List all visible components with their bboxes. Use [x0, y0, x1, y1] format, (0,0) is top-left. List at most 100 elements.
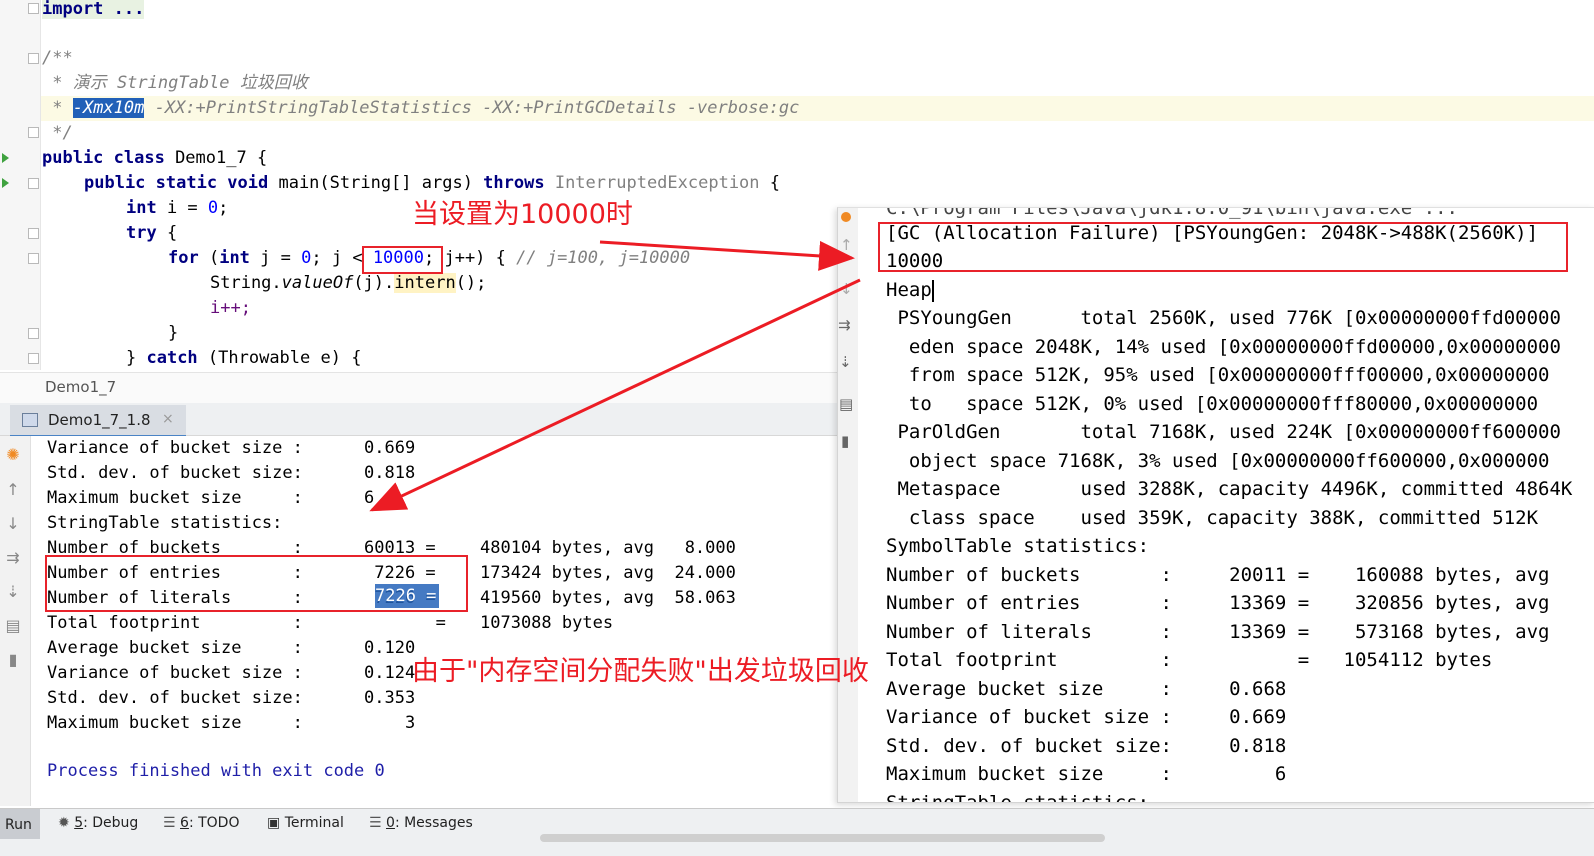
popup-text-area[interactable]: C:\Program Files\Java\jdk1.8.0_91\bin\ja… [858, 208, 1594, 802]
code-line: int i = 0; [126, 198, 229, 218]
console-line: 3 [364, 713, 416, 733]
console-line: Variance of bucket size : [47, 438, 303, 458]
console-line: 0.818 [364, 463, 416, 483]
console-line: 480104 bytes, avg 8.000 [480, 538, 736, 558]
code-line: /** [42, 48, 73, 68]
soft-wrap-icon[interactable]: ⇉ [838, 316, 851, 334]
console-line: Number of entries : 13369 = 320856 bytes… [886, 592, 1550, 614]
console-line: Maximum bucket size : [47, 488, 303, 508]
down-arrow-icon[interactable]: ↓ [4, 515, 22, 533]
fold-marker[interactable] [28, 353, 39, 364]
console-line: 173424 bytes, avg 24.000 [480, 563, 736, 583]
fold-marker[interactable] [28, 53, 39, 64]
console-line: from space 512K, 95% used [0x00000000fff… [886, 364, 1550, 386]
console-line: Variance of bucket size : 0.669 [886, 706, 1287, 728]
list-icon: ☰ [163, 815, 181, 831]
console-line: SymbolTable statistics: [886, 535, 1150, 557]
messages-icon: ☰ [369, 815, 387, 831]
tab-todo[interactable]: ☰ 6: TODO [163, 815, 239, 831]
console-line: class space used 359K, capacity 388K, co… [886, 506, 1539, 529]
code-line: try { [126, 223, 178, 243]
fold-marker[interactable] [28, 127, 39, 138]
print-icon[interactable]: ▤ [839, 395, 853, 413]
console-line: Total footprint : = 1054112 bytes [886, 649, 1493, 671]
console-line: Number of literals : 13369 = 573168 byte… [886, 620, 1550, 643]
run-toolbar: ✺ ↑ ↓ ⇉ ⇣ ▤ ▮ [0, 436, 31, 806]
tab-run-config[interactable]: Demo1_7_1.8 × [10, 405, 186, 437]
tab-run-label[interactable]: Run [5, 817, 32, 833]
fold-marker[interactable] [28, 178, 39, 189]
console-line: Std. dev. of bucket size: 0.818 [886, 734, 1287, 757]
trash-icon[interactable]: ▮ [4, 651, 22, 669]
run-gutter-icon[interactable] [2, 178, 9, 188]
run-tab-bar: Demo1_7_1.8 × [0, 403, 840, 437]
console-line: Variance of bucket size : [47, 663, 303, 683]
highlight-box-gc-line [878, 222, 1568, 272]
process-finished-text: Process finished with exit code 0 [47, 761, 385, 781]
console-icon [22, 413, 38, 427]
run-gutter-icon[interactable] [2, 153, 9, 163]
console-line: Std. dev. of bucket size: [47, 688, 303, 708]
console-output[interactable]: Variance of bucket size : 0.669 Std. dev. … [31, 436, 840, 808]
terminal-icon: ▣ [267, 815, 285, 831]
close-icon[interactable]: × [162, 411, 174, 427]
console-line: Maximum bucket size : [47, 713, 303, 733]
up-arrow-icon[interactable]: ↑ [4, 481, 22, 499]
console-line: = [364, 613, 446, 633]
scrollbar[interactable] [540, 834, 1105, 842]
code-line: } [168, 323, 179, 343]
annotation-gc-reason: 由于"内存空间分配失败"出发垃圾回收 [412, 656, 869, 687]
record-icon[interactable] [841, 212, 851, 222]
scroll-to-end-icon[interactable]: ⇣ [839, 353, 852, 371]
bug-icon: ✹ [58, 815, 75, 831]
highlight-box-entries-literals [45, 555, 468, 612]
rerun-icon[interactable]: ✺ [4, 446, 22, 464]
console-line: 419560 bytes, avg 58.063 [480, 588, 736, 608]
code-line: } catch (Throwable e) { [126, 348, 362, 368]
code-line: String.valueOf(j).intern(); [210, 273, 487, 293]
up-arrow-icon[interactable]: ↑ [840, 236, 853, 254]
breadcrumb[interactable]: Demo1_7 [0, 372, 840, 403]
console-line: 6 [364, 488, 375, 508]
console-popup[interactable]: ↑ ↓ ⇉ ⇣ ▤ ▮ C:\Program Files\Java\jdk1.8… [837, 207, 1594, 803]
code-line: * -Xmx10m -XX:+PrintStringTableStatistic… [42, 98, 800, 118]
fold-marker[interactable] [28, 228, 39, 239]
popup-toolbar: ↑ ↓ ⇉ ⇣ ▤ ▮ [838, 208, 858, 802]
console-line: PSYoungGen total 2560K, used 776K [0x000… [886, 307, 1561, 329]
highlight-box-loop-limit [362, 246, 443, 274]
console-line: ParOldGen total 7168K, used 224K [0x0000… [886, 421, 1561, 443]
console-line: 0.124 [364, 663, 416, 683]
console-line: Maximum bucket size : 6 [886, 763, 1287, 785]
heap-line: Heap [886, 279, 934, 302]
down-arrow-icon[interactable]: ↓ [840, 280, 853, 298]
console-line: eden space 2048K, 14% used [0x00000000ff… [886, 335, 1561, 358]
tab-terminal[interactable]: ▣ Terminal [267, 815, 344, 831]
trash-icon[interactable]: ▮ [841, 432, 849, 450]
console-line: StringTable statistics: [47, 513, 283, 533]
fold-marker[interactable] [28, 3, 39, 14]
soft-wrap-icon[interactable]: ⇉ [4, 549, 22, 567]
tab-debug[interactable]: ✹ 5: Debug [58, 815, 138, 831]
console-line: Std. dev. of bucket size: [47, 463, 303, 483]
scroll-to-end-icon[interactable]: ⇣ [4, 583, 22, 601]
fold-marker[interactable] [28, 253, 39, 264]
fold-marker[interactable] [28, 328, 39, 339]
code-line: import ... [42, 0, 145, 19]
code-line: * 演示 StringTable 垃圾回收 [42, 73, 308, 93]
console-line: Metaspace used 3288K, capacity 4496K, co… [886, 478, 1573, 500]
code-line: public class Demo1_7 { [42, 148, 268, 168]
annotation-10000: 当设置为10000时 [412, 199, 633, 230]
console-line: Number of buckets : 20011 = 160088 bytes… [886, 563, 1550, 586]
console-line: object space 7168K, 3% used [0x00000000f… [886, 449, 1550, 472]
print-icon[interactable]: ▤ [4, 617, 22, 635]
console-line: 0.669 [364, 438, 416, 458]
breadcrumb-item[interactable]: Demo1_7 [45, 378, 116, 396]
console-line: to space 512K, 0% used [0x00000000fff800… [886, 392, 1539, 415]
tab-label: Demo1_7_1.8 [48, 411, 151, 429]
console-line: Average bucket size : 0.668 [886, 677, 1287, 700]
console-line: Average bucket size : [47, 638, 303, 658]
text-cursor [931, 279, 934, 302]
console-line: StringTable statistics: [886, 789, 1149, 803]
tab-messages[interactable]: ☰ 0: Messages [369, 815, 473, 831]
console-line: 0.353 [364, 688, 416, 708]
